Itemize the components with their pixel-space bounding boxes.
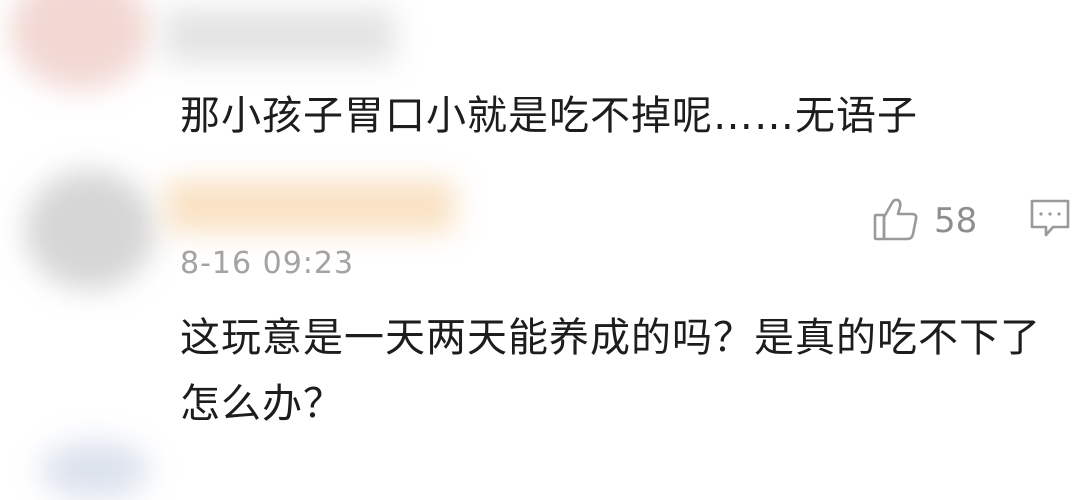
comment-text: 这玩意是一天两天能养成的吗？是真的吃不下了怎么办？ bbox=[180, 315, 1041, 427]
avatar[interactable] bbox=[25, 170, 155, 290]
like-button[interactable]: 58 bbox=[872, 196, 977, 246]
username-blurred[interactable] bbox=[165, 180, 455, 232]
username-blurred[interactable] bbox=[165, 8, 395, 63]
like-count: 58 bbox=[934, 201, 978, 241]
timestamp: 8-16 09:23 bbox=[180, 246, 355, 281]
comment-text: 那小孩子胃口小就是吃不掉呢……无语子 bbox=[180, 93, 918, 139]
thumbs-up-icon bbox=[872, 196, 920, 246]
avatar[interactable] bbox=[10, 0, 150, 90]
avatar[interactable] bbox=[40, 440, 150, 500]
comment-bubble-icon[interactable] bbox=[1028, 196, 1072, 244]
